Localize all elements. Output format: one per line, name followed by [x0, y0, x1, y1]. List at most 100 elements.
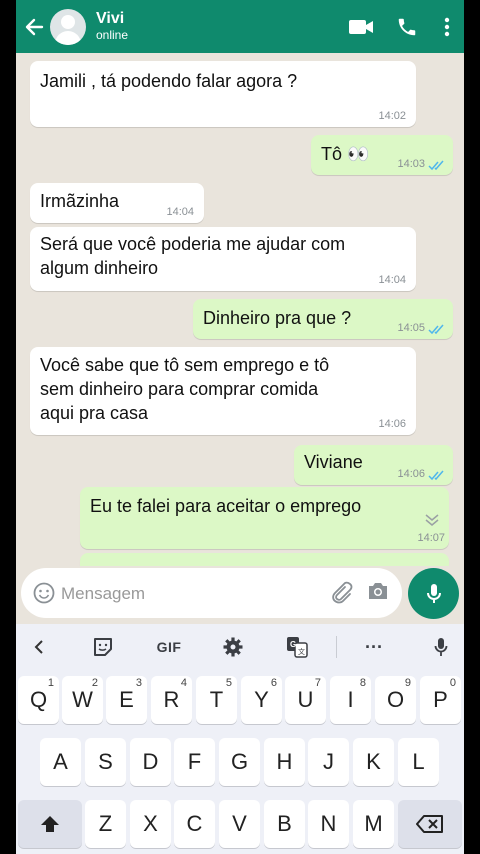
key-f[interactable]: F: [174, 738, 215, 786]
key-label: C: [186, 811, 203, 836]
gif-button[interactable]: GIF: [149, 624, 189, 670]
message-list[interactable]: Jamili , tá podendo falar agora ? 14:02 …: [16, 53, 464, 566]
more-button[interactable]: ···: [359, 624, 389, 670]
settings-icon: [223, 637, 243, 657]
key-label: T: [209, 687, 224, 712]
key-z[interactable]: Z: [85, 800, 126, 848]
shift-key[interactable]: [18, 800, 82, 848]
message-time: 14:05: [397, 322, 425, 334]
contact-status: online: [96, 28, 129, 42]
key-label: K: [366, 749, 381, 774]
key-u[interactable]: U7: [285, 676, 326, 724]
sticker-button[interactable]: [88, 624, 118, 670]
message-bubble-partial[interactable]: [80, 553, 449, 566]
key-label: F: [187, 749, 202, 774]
mic-icon: [434, 638, 448, 656]
message-time: 14:04: [378, 274, 406, 286]
message-bubble[interactable]: Irmãzinha 14:04: [30, 183, 204, 223]
key-j[interactable]: J: [308, 738, 349, 786]
read-ticks-icon: [428, 470, 444, 481]
message-text: Dinheiro pra que ?: [203, 308, 352, 328]
key-label: V: [232, 811, 247, 836]
read-ticks-icon: [428, 324, 444, 335]
keyboard-settings-button[interactable]: [218, 624, 248, 670]
toolbar-collapse-button[interactable]: [24, 624, 54, 670]
key-p[interactable]: P0: [420, 676, 461, 724]
sticker-icon: [94, 638, 112, 656]
key-d[interactable]: D: [130, 738, 171, 786]
key-v[interactable]: V: [219, 800, 260, 848]
contact-name: Vivi: [96, 10, 125, 27]
message-text: Eu te falei para aceitar o emprego: [90, 496, 362, 516]
key-hint: 4: [180, 677, 187, 689]
message-composer: [16, 566, 464, 624]
message-text: Viviane: [304, 452, 363, 472]
key-l[interactable]: L: [398, 738, 439, 786]
back-button[interactable]: [16, 0, 52, 53]
key-n[interactable]: N: [308, 800, 349, 848]
key-label: W: [72, 687, 93, 712]
backspace-key[interactable]: [398, 800, 462, 848]
message-bubble[interactable]: Eu te falei para aceitar o emprego 14:07: [80, 487, 449, 549]
message-bubble[interactable]: Viviane 14:06: [294, 445, 453, 485]
soft-keyboard: GIF G 文 ··· Q 1 W 2 E 3 R 4 T 5 Y 6 U 7 …: [16, 624, 464, 854]
key-y[interactable]: Y6: [241, 676, 282, 724]
key-label: Y: [254, 687, 269, 712]
key-t[interactable]: T5: [196, 676, 237, 724]
key-m[interactable]: M: [353, 800, 394, 848]
key-label: J: [323, 749, 334, 774]
attach-icon[interactable]: [329, 581, 353, 605]
message-bubble[interactable]: Jamili , tá podendo falar agora ? 14:02: [30, 61, 416, 127]
back-arrow-icon: [25, 18, 44, 35]
message-text: Irmãzinha: [40, 191, 120, 211]
video-call-button[interactable]: [338, 0, 384, 53]
toolbar-divider: [336, 636, 337, 658]
chevron-down-icon[interactable]: [423, 513, 441, 527]
key-hint: 2: [91, 677, 98, 689]
key-hint: 3: [135, 677, 142, 689]
key-label: P: [433, 687, 448, 712]
voice-input-button[interactable]: [426, 624, 456, 670]
contact-info[interactable]: Vivi online: [96, 10, 338, 43]
translate-button[interactable]: G 文: [282, 624, 312, 670]
key-c[interactable]: C: [174, 800, 215, 848]
key-label: A: [53, 749, 68, 774]
key-hint: 5: [225, 677, 232, 689]
message-text: Tô 👀: [321, 144, 370, 164]
key-x[interactable]: X: [130, 800, 171, 848]
key-label: H: [276, 749, 293, 774]
key-label: U: [297, 687, 314, 712]
emoji-icon[interactable]: [33, 582, 55, 604]
avatar[interactable]: [50, 8, 86, 45]
key-hint: 9: [404, 677, 411, 689]
key-o[interactable]: O9: [375, 676, 416, 724]
message-text: Você sabe que tô sem emprego e tô sem di…: [40, 355, 330, 423]
message-bubble[interactable]: Será que você poderia me ajudar com algu…: [30, 227, 416, 291]
message-bubble[interactable]: Tô 👀 14:03: [311, 135, 453, 175]
message-bubble[interactable]: Dinheiro pra que ? 14:05: [193, 299, 453, 339]
key-i[interactable]: I8: [330, 676, 371, 724]
key-h[interactable]: H: [264, 738, 305, 786]
more-vert-icon: [444, 17, 450, 36]
key-a[interactable]: A: [40, 738, 81, 786]
more-options-button[interactable]: [430, 0, 464, 53]
voice-call-button[interactable]: [384, 0, 430, 53]
voice-message-button[interactable]: [408, 568, 459, 619]
key-e[interactable]: E3: [106, 676, 147, 724]
message-bubble[interactable]: Você sabe que tô sem emprego e tô sem di…: [30, 347, 416, 435]
key-b[interactable]: B: [264, 800, 305, 848]
message-input[interactable]: [61, 582, 311, 606]
camera-icon[interactable]: [367, 581, 389, 601]
key-s[interactable]: S: [85, 738, 126, 786]
key-label: E: [119, 687, 134, 712]
svg-text:文: 文: [298, 647, 305, 656]
key-hint: 7: [314, 677, 321, 689]
key-hint: 6: [270, 677, 277, 689]
key-k[interactable]: K: [353, 738, 394, 786]
key-g[interactable]: G: [219, 738, 260, 786]
key-w[interactable]: W2: [62, 676, 103, 724]
key-q[interactable]: Q1: [18, 676, 59, 724]
key-label: Q: [29, 687, 48, 712]
key-r[interactable]: R4: [151, 676, 192, 724]
chevron-left-icon: [34, 640, 43, 654]
